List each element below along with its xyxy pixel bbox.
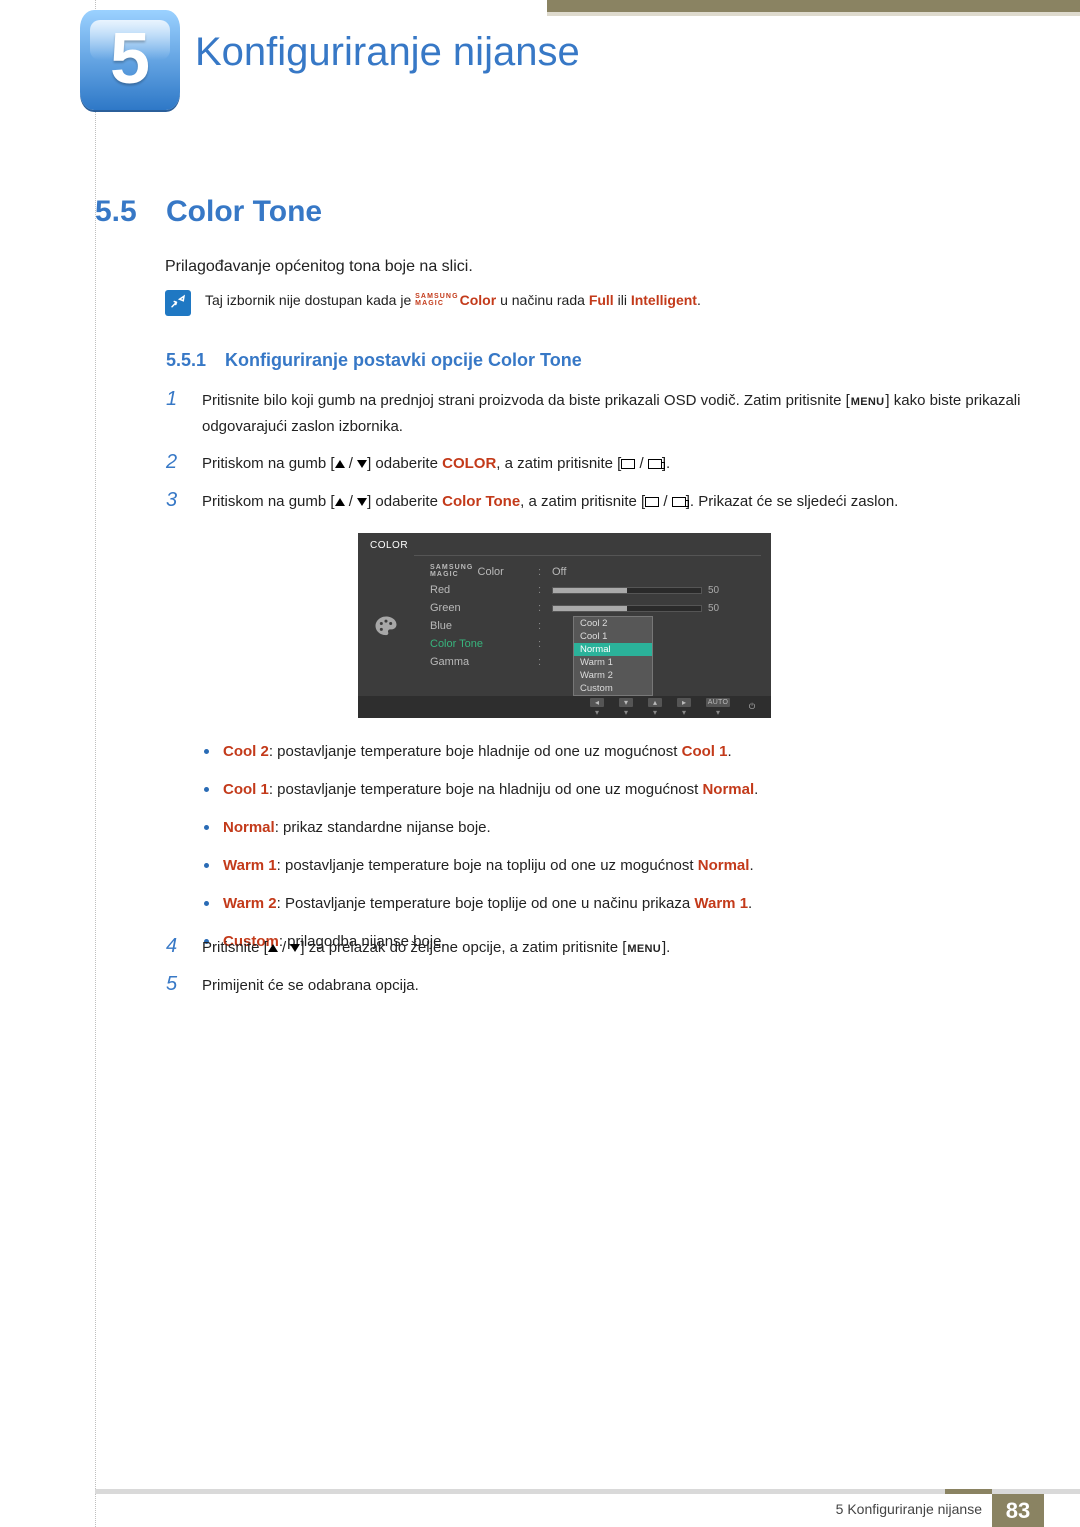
down-icon [357,498,367,506]
step-5: 5 Primijenit će se odabrana opcija. [166,973,1026,999]
footer-text: 5 Konfiguriranje nijanse [836,1501,982,1517]
step-1: 1 Pritisnite bilo koji gumb na prednjoj … [166,388,1026,439]
bullet-cool2: Cool 2: postavljanje temperature boje hl… [204,740,1024,764]
header-tab-shadow [547,12,1080,16]
slider-red [552,587,702,594]
steps-4-5: 4 Pritisnite [ / ] za prelazak do željen… [166,935,1026,1010]
chapter-title: Konfiguriranje nijanse [195,30,580,75]
bullet-normal: Normal: prikaz standardne nijanse boje. [204,816,1024,840]
down-icon [290,944,300,952]
osd-dropdown: Cool 2 Cool 1 Normal Warm 1 Warm 2 Custo… [573,616,653,696]
osd-row-magic: SAMSUNGMAGIC Color:Off [430,563,760,581]
note-icon [165,290,191,316]
source-icon [672,497,686,507]
subsection-title: Konfiguriranje postavki opcije Color Ton… [225,350,582,371]
note-text: Taj izbornik nije dostupan kada je SAMSU… [205,290,701,311]
up-icon [335,460,345,468]
up-icon [268,944,278,952]
osd-row-red: Red: 50 [430,581,760,599]
step-3: 3 Pritiskom na gumb [ / ] odaberite Colo… [166,489,1026,515]
page-number: 83 [992,1494,1044,1527]
osd-palette-icon [372,613,400,641]
bullet-warm2: Warm 2: Postavljanje temperature boje to… [204,892,1024,916]
osd-nav: ◂▾ ▾▾ ▴▾ ▸▾ AUTO▾ ⏻ [358,696,771,718]
osd-screenshot: COLOR SAMSUNGMAGIC Color:Off Red: 50 Gre… [358,533,771,718]
bullet-warm1: Warm 1: postavljanje temperature boje na… [204,854,1024,878]
step-2: 2 Pritiskom na gumb [ / ] odaberite COLO… [166,451,1026,477]
steps-list: 1 Pritisnite bilo koji gumb na prednjoj … [166,388,1026,526]
osd-header: COLOR [370,540,408,551]
chapter-badge: 5 [80,10,180,110]
enter-icon [645,497,659,507]
chapter-number: 5 [80,18,180,100]
section-title: Color Tone [166,195,322,229]
subsection-number: 5.5.1 [166,350,206,371]
note-block: Taj izbornik nije dostupan kada je SAMSU… [165,290,1035,316]
step-4: 4 Pritisnite [ / ] za prelazak do željen… [166,935,1026,961]
bullet-cool1: Cool 1: postavljanje temperature boje na… [204,778,1024,802]
margin-rule [95,0,96,1527]
enter-icon [621,459,635,469]
down-icon [357,460,367,468]
section-number: 5.5 [95,195,137,229]
source-icon [648,459,662,469]
options-bullets: Cool 2: postavljanje temperature boje hl… [204,740,1024,968]
slider-green [552,605,702,612]
menu-icon: MENU [626,943,662,955]
up-icon [335,498,345,506]
osd-row-green: Green: 50 [430,599,760,617]
intro-text: Prilagođavanje općenitog tona boje na sl… [165,258,473,276]
menu-icon: MENU [850,396,886,408]
footer: 5 Konfiguriranje nijanse 83 [0,1489,1080,1527]
header-tab [547,0,1080,12]
